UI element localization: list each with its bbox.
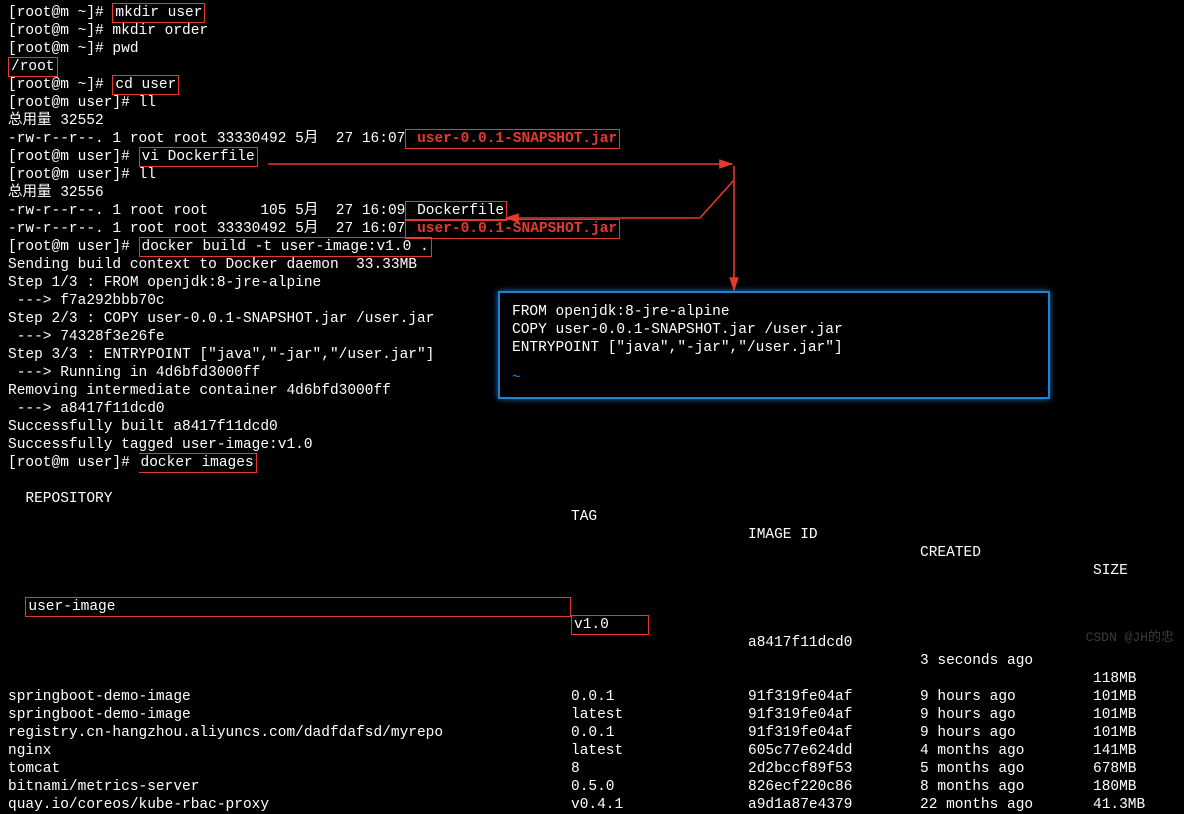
editor-tilde: ~ — [512, 369, 1036, 387]
terminal-line: Step 1/3 : FROM openjdk:8-jre-alpine — [8, 274, 1176, 292]
terminal-line: ---> a8417f11dcd0 — [8, 400, 1176, 418]
terminal-line: [root@m user]# docker images — [8, 454, 1176, 472]
highlight-build: docker build -t user-image:v1.0 . — [139, 237, 432, 257]
terminal-line: 总用量 32552 — [8, 112, 1176, 130]
terminal-line: Sending build context to Docker daemon 3… — [8, 256, 1176, 274]
highlight-row-tag: v1.0 — [571, 615, 649, 635]
table-header: REPOSITORY TAG IMAGE ID CREATED SIZE — [8, 472, 1176, 580]
table-row: tomcat82d2bccf89f535 months ago678MB — [8, 760, 1176, 778]
terminal-line: [root@m ~]# mkdir user — [8, 4, 1176, 22]
terminal-line: [root@m ~]# pwd — [8, 40, 1176, 58]
table-row: registry.cn-hangzhou.aliyuncs.com/dadfda… — [8, 724, 1176, 742]
table-row: nginxlatest605c77e624dd4 months ago141MB — [8, 742, 1176, 760]
highlight-images: docker images — [139, 453, 257, 473]
editor-line: ENTRYPOINT ["java","-jar","/user.jar"] — [512, 339, 1036, 357]
highlight-row-repo: user-image — [25, 597, 571, 617]
terminal-line: [root@m ~]# mkdir order — [8, 22, 1176, 40]
table-row: bitnami/metrics-server0.5.0826ecf220c868… — [8, 778, 1176, 796]
table-row: user-image v1.0 a8417f11dcd0 3 seconds a… — [8, 580, 1176, 688]
terminal-line: [root@m ~]# cd user — [8, 76, 1176, 94]
editor-panel: FROM openjdk:8-jre-alpine COPY user-0.0.… — [498, 291, 1050, 399]
editor-line: COPY user-0.0.1-SNAPSHOT.jar /user.jar — [512, 321, 1036, 339]
highlight-mkdir-user: mkdir user — [112, 3, 205, 23]
table-row: springboot-demo-image0.0.191f319fe04af9 … — [8, 688, 1176, 706]
terminal-line: Successfully built a8417f11dcd0 — [8, 418, 1176, 436]
terminal-line: [root@m user]# ll — [8, 94, 1176, 112]
terminal-line: -rw-r--r--. 1 root root 105 5月 27 16:09 … — [8, 202, 1176, 220]
table-row: springboot-demo-imagelatest91f319fe04af9… — [8, 706, 1176, 724]
terminal-line: /root — [8, 58, 1176, 76]
highlight-vi: vi Dockerfile — [139, 147, 258, 167]
editor-line: FROM openjdk:8-jre-alpine — [512, 303, 1036, 321]
highlight-pwd-out: /root — [8, 57, 58, 77]
highlight-jar-1: user-0.0.1-SNAPSHOT.jar — [405, 129, 620, 149]
terminal-line: 总用量 32556 — [8, 184, 1176, 202]
highlight-jar-2: user-0.0.1-SNAPSHOT.jar — [405, 219, 620, 239]
terminal-line: Successfully tagged user-image:v1.0 — [8, 436, 1176, 454]
watermark: CSDN @JH的忠 — [1086, 629, 1174, 647]
terminal-line: -rw-r--r--. 1 root root 33330492 5月 27 1… — [8, 220, 1176, 238]
terminal-line: [root@m user]# vi Dockerfile — [8, 148, 1176, 166]
terminal-line: [root@m user]# docker build -t user-imag… — [8, 238, 1176, 256]
highlight-cd-user: cd user — [112, 75, 179, 95]
terminal-line: [root@m user]# ll — [8, 166, 1176, 184]
terminal-line: -rw-r--r--. 1 root root 33330492 5月 27 1… — [8, 130, 1176, 148]
table-row: quay.io/coreos/kube-rbac-proxyv0.4.1a9d1… — [8, 796, 1176, 814]
highlight-dockerfile: Dockerfile — [405, 201, 507, 221]
